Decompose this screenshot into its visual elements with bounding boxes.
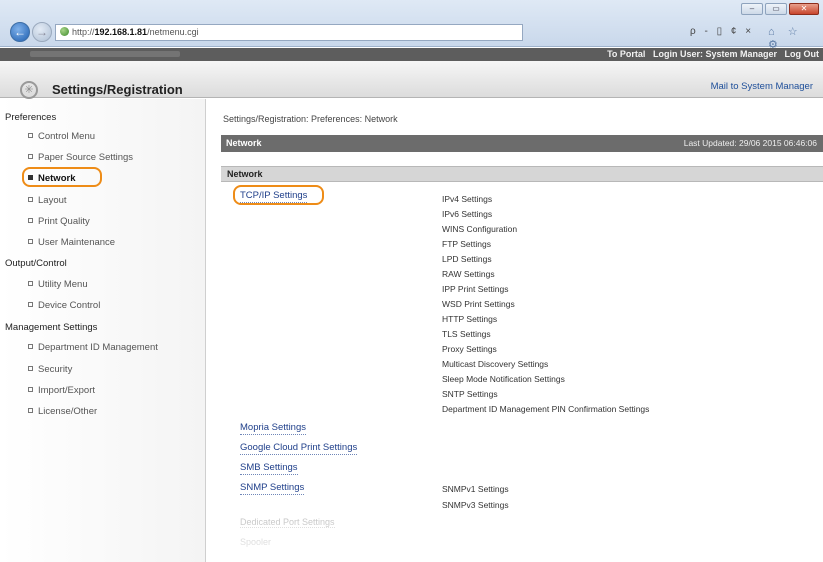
tcpip-subitem: Sleep Mode Notification Settings [442,374,565,384]
app-top-bar: To Portal Login User: System Manager Log… [0,48,823,61]
back-button[interactable]: ← [10,22,30,42]
to-portal-link[interactable]: To Portal [607,49,645,59]
breadcrumb: Settings/Registration: Preferences: Netw… [223,114,398,124]
sidebar-item-label: Security [38,364,73,375]
tcpip-subitem: SNTP Settings [442,389,498,399]
mopria-settings-link[interactable]: Mopria Settings [240,422,307,435]
url-path: /netmenu.cgi [147,27,199,37]
tcpip-subitem: HTTP Settings [442,314,498,324]
sidebar-item-license-other[interactable]: License/Other [28,406,97,417]
bullet-icon [28,387,33,392]
snmp-settings-link[interactable]: SNMP Settings [240,482,305,495]
url-host: 192.168.1.81 [94,27,148,37]
tcpip-subitem: Department ID Management PIN Confirmatio… [442,404,650,414]
sidebar: Preferences Control Menu Paper Source Se… [0,99,206,562]
mail-to-system-manager-link[interactable]: Mail to System Manager [711,81,813,92]
sidebar-item-device-control[interactable]: Device Control [28,300,100,311]
tcpip-highlight-callout [233,185,324,205]
sidebar-item-label: Device Control [38,300,101,311]
tcpip-subitem: TLS Settings [442,329,491,339]
sidebar-item-label: Paper Source Settings [38,152,134,163]
tcpip-subitem: IPP Print Settings [442,284,509,294]
sidebar-item-label: Print Quality [38,216,90,227]
minimize-button[interactable]: – [741,3,763,15]
sidebar-item-label: Department ID Management [38,342,158,353]
url-prefix: http:// [72,27,95,37]
device-name-blurred [30,51,180,57]
bullet-icon [28,154,33,159]
page-title: Settings/Registration [52,82,183,97]
tcpip-subitem: FTP Settings [442,239,491,249]
tcpip-subitem: IPv6 Settings [442,209,493,219]
network-highlight-callout [22,167,102,187]
tcpip-subitem: RAW Settings [442,269,495,279]
sidebar-item-print-quality[interactable]: Print Quality [28,216,90,227]
tcpip-subitem: LPD Settings [442,254,492,264]
sidebar-item-security[interactable]: Security [28,364,72,375]
page-header: ✳ Settings/Registration Mail to System M… [0,61,823,99]
tcpip-subitem: WINS Configuration [442,224,518,234]
sidebar-item-control-menu[interactable]: Control Menu [28,131,95,142]
browser-chrome: – ▭ ✕ ← → http://192.168.1.81/netmenu.cg… [0,0,823,51]
header-bar-title: Network [226,138,262,148]
bullet-icon [28,239,33,244]
settings-gear-icon: ✳ [20,81,38,99]
bullet-icon [28,281,33,286]
sidebar-item-paper-source-settings[interactable]: Paper Source Settings [28,152,133,163]
user-links: To Portal Login User: System Manager Log… [602,49,819,59]
address-bar[interactable]: http://192.168.1.81/netmenu.cgi [55,24,523,41]
sidebar-item-department-id-management[interactable]: Department ID Management [28,342,158,353]
arrow-right-icon: → [36,25,48,39]
sidebar-item-label: Layout [38,195,67,206]
tcpip-subitem: IPv4 Settings [442,194,493,204]
snmp-subitem: SNMPv1 Settings [442,484,509,494]
address-tools[interactable]: ρ - ▯ ¢ × [690,26,754,37]
sidebar-item-import-export[interactable]: Import/Export [28,385,95,396]
bullet-icon [28,408,33,413]
sidebar-item-label: Control Menu [38,131,96,142]
logout-link[interactable]: Log Out [785,49,820,59]
sidebar-item-user-maintenance[interactable]: User Maintenance [28,237,115,248]
forward-button[interactable]: → [32,22,52,42]
site-icon [60,27,69,36]
bullet-icon [28,366,33,371]
sidebar-item-layout[interactable]: Layout [28,195,67,206]
tcpip-subitem: Proxy Settings [442,344,497,354]
sidebar-group-output-control: Output/Control [5,258,67,269]
spooler-link[interactable]: Spooler [240,537,271,547]
last-updated: Last Updated: 29/06 2015 06:46:06 [683,138,817,148]
arrow-left-icon: ← [14,25,26,39]
window-controls: – ▭ ✕ [741,3,819,15]
main-content: Settings/Registration: Preferences: Netw… [207,99,823,562]
sidebar-item-utility-menu[interactable]: Utility Menu [28,279,88,290]
maximize-button[interactable]: ▭ [765,3,787,15]
sidebar-item-label: Import/Export [38,385,96,396]
sidebar-item-label: License/Other [38,406,98,417]
close-window-button[interactable]: ✕ [789,3,819,15]
dedicated-port-settings-link[interactable]: Dedicated Port Settings [240,517,335,528]
tcpip-subitem: WSD Print Settings [442,299,515,309]
bullet-icon [28,302,33,307]
tcpip-subitem: Multicast Discovery Settings [442,359,549,369]
bullet-icon [28,344,33,349]
bullet-icon [28,133,33,138]
sidebar-group-management-settings: Management Settings [5,322,98,333]
smb-settings-link[interactable]: SMB Settings [240,462,298,475]
network-header-bar: Network Last Updated: 29/06 2015 06:46:0… [221,135,823,152]
bullet-icon [28,197,33,202]
section-header-network: Network [221,166,823,182]
sidebar-group-preferences: Preferences [5,112,57,123]
sidebar-item-label: Utility Menu [38,279,88,290]
google-cloud-print-settings-link[interactable]: Google Cloud Print Settings [240,442,358,455]
sidebar-item-label: User Maintenance [38,237,116,248]
login-user-label: Login User: System Manager [652,49,777,59]
snmp-subitem: SNMPv3 Settings [442,500,509,510]
bullet-icon [28,218,33,223]
